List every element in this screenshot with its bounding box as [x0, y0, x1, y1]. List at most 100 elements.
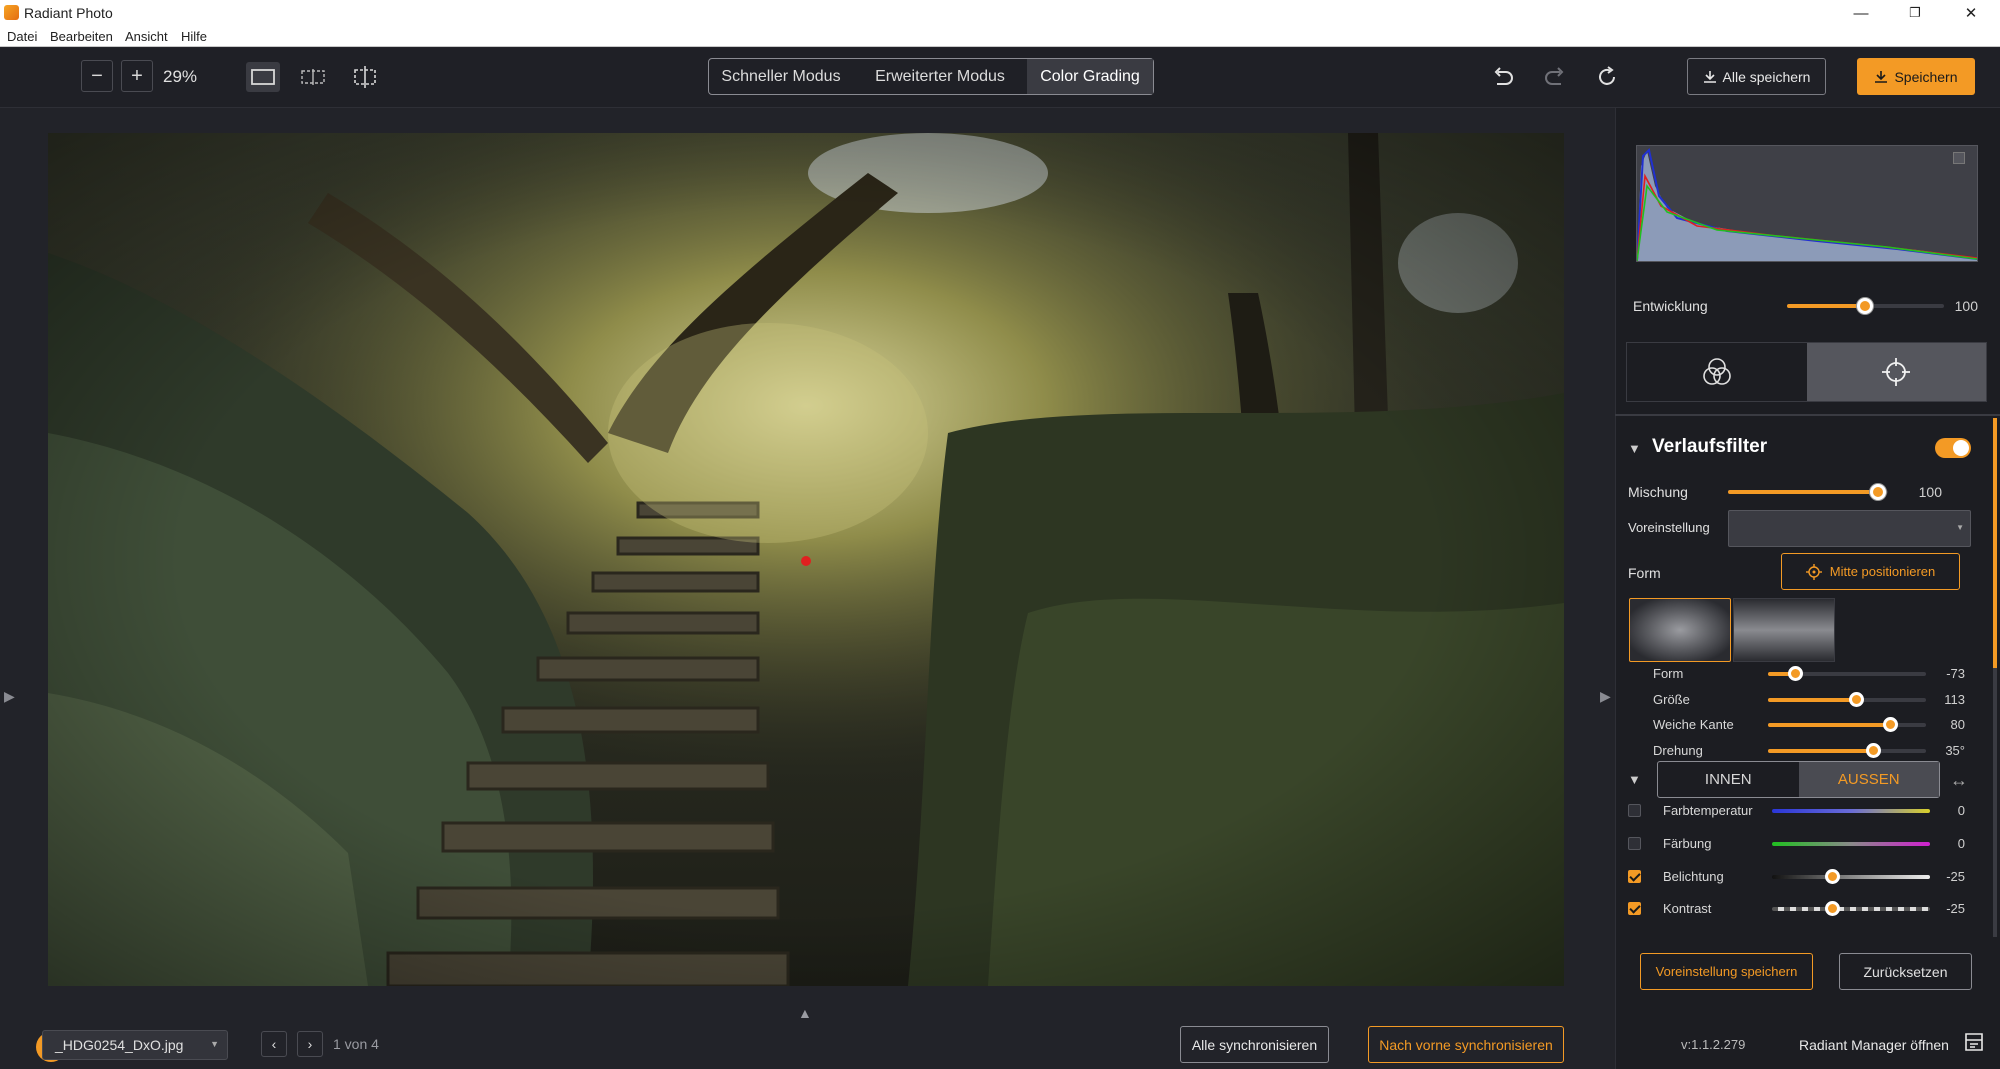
- faerbung-slider[interactable]: [1772, 842, 1930, 846]
- shape-size-value: 113: [1944, 692, 1965, 707]
- redo-icon: [1545, 67, 1564, 85]
- reset-all-button[interactable]: [1590, 62, 1624, 92]
- save-all-label: Alle speichern: [1722, 68, 1811, 85]
- shape-form-slider[interactable]: [1768, 666, 1926, 681]
- shape-feather-slider[interactable]: [1768, 717, 1926, 732]
- belichtung-slider[interactable]: [1772, 869, 1930, 884]
- save-preset-button[interactable]: Voreinstellung speichern: [1640, 953, 1813, 990]
- tab-aussen[interactable]: AUSSEN: [1798, 762, 1939, 797]
- development-slider-fill: [1787, 304, 1865, 308]
- tab-innen[interactable]: INNEN: [1658, 762, 1799, 797]
- left-panel-toggle[interactable]: ▶: [4, 688, 15, 705]
- zoom-level: 29%: [163, 67, 198, 86]
- shape-form-value: -73: [1946, 666, 1965, 681]
- zoom-in-button[interactable]: +: [121, 60, 153, 92]
- tab-erweiterter-modus[interactable]: Erweiterter Modus: [853, 59, 1027, 94]
- manager-icon[interactable]: [1962, 1030, 1986, 1054]
- development-slider[interactable]: [1787, 298, 1944, 314]
- slider-knob[interactable]: [1825, 901, 1840, 916]
- minimize-button[interactable]: —: [1833, 0, 1889, 26]
- close-button[interactable]: ✕: [1943, 0, 1999, 26]
- tab-schneller-modus[interactable]: Schneller Modus: [709, 59, 853, 94]
- kontrast-checkbox[interactable]: [1628, 902, 1641, 915]
- tab-color-wheels[interactable]: [1627, 343, 1807, 401]
- farbtemperatur-checkbox[interactable]: [1628, 804, 1641, 817]
- slider-knob[interactable]: [1866, 743, 1881, 758]
- shape-size-slider[interactable]: [1768, 692, 1926, 707]
- shape-linear-option[interactable]: [1733, 598, 1835, 662]
- slider-fill: [1768, 698, 1856, 702]
- split-view-button[interactable]: [296, 62, 330, 92]
- development-slider-knob[interactable]: [1857, 298, 1873, 314]
- section-enable-toggle[interactable]: [1935, 438, 1971, 458]
- slider-knob[interactable]: [1825, 869, 1840, 884]
- photo-preview[interactable]: [48, 133, 1564, 986]
- mix-slider-fill: [1728, 490, 1878, 494]
- form-label: Form: [1628, 565, 1661, 581]
- app-logo-icon: [4, 5, 19, 20]
- redo-button[interactable]: [1538, 62, 1572, 92]
- menu-hilfe[interactable]: Hilfe: [181, 29, 207, 44]
- farbtemperatur-value: 0: [1957, 803, 1965, 818]
- mix-label: Mischung: [1628, 484, 1688, 500]
- sync-all-button[interactable]: Alle synchronisieren: [1180, 1026, 1329, 1063]
- open-manager-link[interactable]: Radiant Manager öffnen: [1799, 1037, 1949, 1053]
- undo-icon: [1494, 67, 1513, 85]
- download-icon: [1875, 70, 1888, 83]
- histogram-chart: [1636, 147, 1978, 262]
- slider-knob[interactable]: [1883, 717, 1898, 732]
- page-counter: 1 von 4: [333, 1036, 379, 1052]
- farbtemperatur-label: Farbtemperatur: [1663, 803, 1753, 818]
- save-button[interactable]: Speichern: [1857, 58, 1975, 95]
- collapse-triangle-icon[interactable]: ▼: [1628, 441, 1641, 456]
- file-select[interactable]: _HDG0254_DxO.jpg ▼: [42, 1030, 228, 1060]
- shape-feather-value: 80: [1950, 717, 1965, 732]
- color-wheels-icon: [1702, 358, 1731, 385]
- mode-segment: [1626, 342, 1987, 402]
- swap-arrows-icon[interactable]: ↔: [1950, 770, 1968, 791]
- menu-ansicht[interactable]: Ansicht: [125, 29, 168, 44]
- menu-datei[interactable]: Datei: [7, 29, 37, 44]
- kontrast-slider[interactable]: [1772, 901, 1930, 916]
- zoom-out-button[interactable]: −: [81, 60, 113, 92]
- sync-forward-button[interactable]: Nach vorne synchronisieren: [1368, 1026, 1564, 1063]
- shape-rotation-slider[interactable]: [1768, 743, 1926, 758]
- single-view-icon: [251, 69, 275, 85]
- farbtemperatur-slider[interactable]: [1772, 809, 1930, 813]
- compare-view-button[interactable]: [348, 62, 382, 92]
- compare-view-icon: [354, 66, 376, 88]
- slider-knob[interactable]: [1849, 692, 1864, 707]
- prev-image-button[interactable]: ‹: [261, 1031, 287, 1057]
- tab-local-adjust[interactable]: [1806, 343, 1986, 401]
- slider-knob[interactable]: [1788, 666, 1803, 681]
- mix-slider[interactable]: [1728, 484, 1888, 500]
- reset-button[interactable]: Zurücksetzen: [1839, 953, 1972, 990]
- shape-feather-label: Weiche Kante: [1653, 717, 1734, 732]
- single-view-button[interactable]: [246, 62, 280, 92]
- slider-fill: [1768, 723, 1890, 727]
- filmstrip-toggle[interactable]: ▲: [798, 1005, 812, 1021]
- panel-scrollbar[interactable]: [1993, 418, 1997, 937]
- menu-bearbeiten[interactable]: Bearbeiten: [50, 29, 113, 44]
- belichtung-checkbox[interactable]: [1628, 870, 1641, 883]
- window-title: Radiant Photo: [24, 5, 113, 21]
- canvas-area: ▶ ▶: [0, 108, 1615, 1069]
- undo-button[interactable]: [1486, 62, 1520, 92]
- section-divider: [1615, 414, 2000, 416]
- maximize-button[interactable]: ❐: [1887, 0, 1943, 26]
- next-image-button[interactable]: ›: [297, 1031, 323, 1057]
- preset-select[interactable]: ▼: [1728, 510, 1971, 547]
- shape-radial-option[interactable]: [1629, 598, 1731, 662]
- clipping-checkbox[interactable]: [1953, 152, 1965, 164]
- faerbung-checkbox[interactable]: [1628, 837, 1641, 850]
- mix-slider-knob[interactable]: [1870, 484, 1886, 500]
- right-panel-toggle[interactable]: ▶: [1600, 688, 1611, 705]
- mix-value: 100: [1918, 484, 1942, 500]
- histogram: [1636, 145, 1978, 262]
- center-position-button[interactable]: Mitte positionieren: [1781, 553, 1960, 590]
- collapse-triangle-icon[interactable]: ▼: [1628, 772, 1641, 787]
- faerbung-value: 0: [1957, 836, 1965, 851]
- split-view-icon: [301, 69, 325, 85]
- tab-color-grading[interactable]: Color Grading: [1027, 59, 1153, 94]
- save-all-button[interactable]: Alle speichern: [1687, 58, 1826, 95]
